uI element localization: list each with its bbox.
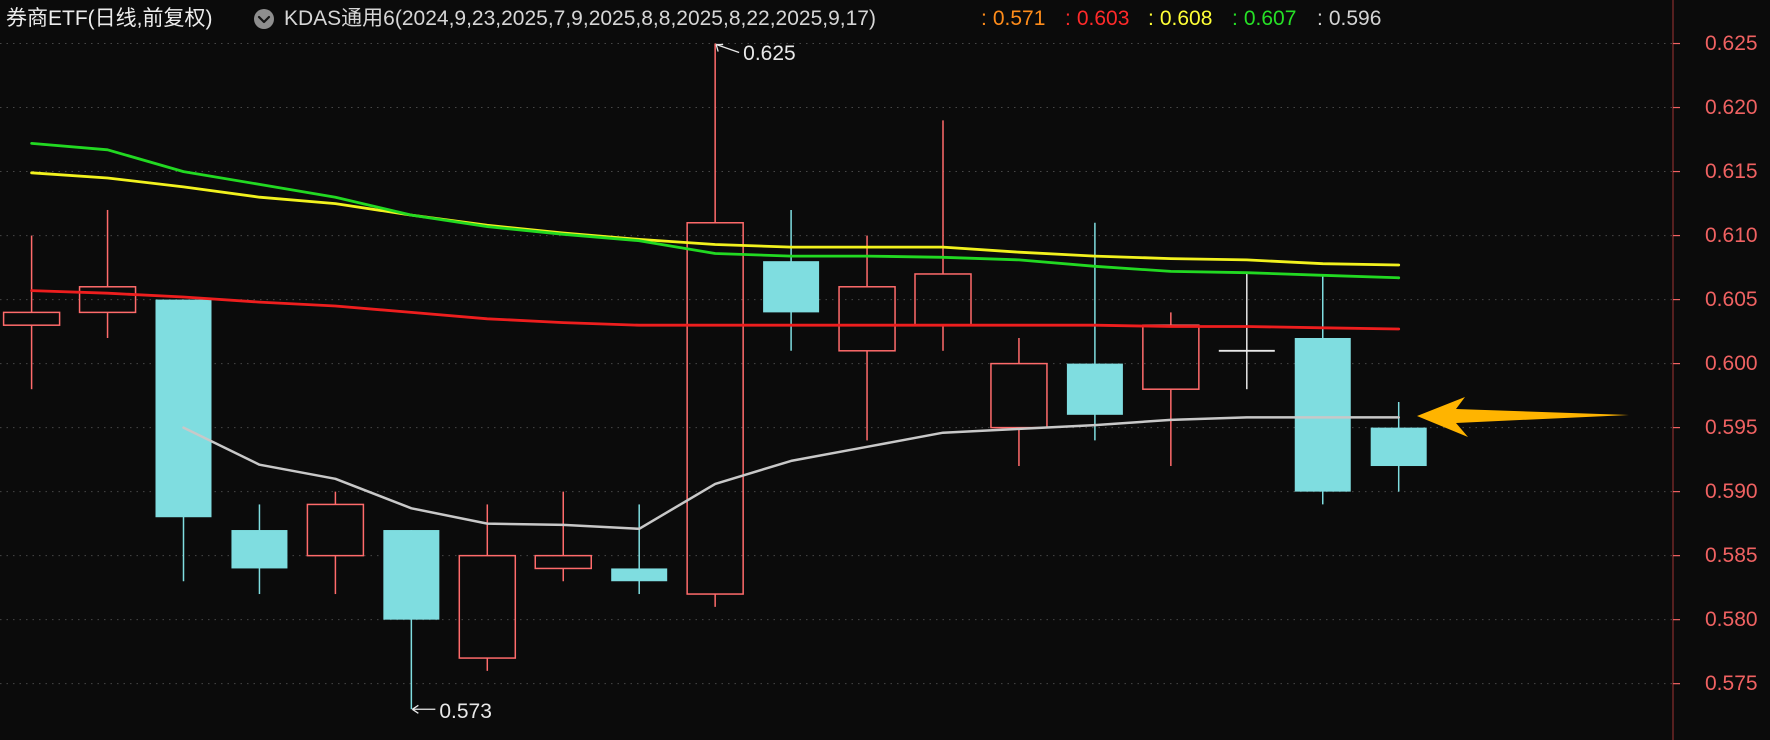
candle-17 [1218, 273, 1275, 390]
readout-value: 0.571 [992, 7, 1046, 30]
readout-separator: : [1065, 7, 1071, 30]
candle-19-body [1370, 427, 1427, 467]
readout-separator: : [981, 7, 987, 30]
readout-value: 0.607 [1243, 7, 1297, 30]
price-annotations: 0.625 0.573 [411, 42, 796, 723]
readout-separator: : [1148, 7, 1154, 30]
candle-11 [763, 209, 820, 351]
candle-14 [990, 337, 1048, 467]
price-tick-label: 0.620 [1705, 96, 1758, 119]
price-tick-label: 0.605 [1705, 288, 1758, 311]
candle-16 [1142, 312, 1200, 467]
security-title: 券商ETF(日线,前复权) [6, 7, 213, 30]
annotation-label: 0.573 [439, 700, 492, 723]
indicator-readout-3: :0.608 [1148, 6, 1212, 32]
candles [2, 43, 1427, 710]
readout-separator: : [1317, 7, 1323, 30]
candle-14-body [990, 362, 1048, 429]
candle-8-body [534, 554, 592, 570]
indicator-readout-1: :0.571 [981, 6, 1045, 32]
high-price-annotation: 0.625 [715, 42, 796, 65]
kdas-line-1 [30, 289, 1401, 331]
candle-1-body [2, 311, 61, 326]
chart-header: 券商ETF(日线,前复权) KDAS通用6(2024,9,23,2025,7,9… [0, 0, 1660, 38]
annotation-label: 0.625 [743, 42, 796, 65]
readout-separator: : [1232, 7, 1238, 30]
candle-4-body [231, 530, 288, 569]
highlight-arrow-icon [1417, 397, 1629, 437]
candlestick-chart[interactable]: 0.625 0.620 0.615 0.610 0.605 0.600 0.595 0.590… [0, 0, 1770, 740]
candle-8 [534, 491, 592, 582]
readout-value: 0.608 [1159, 7, 1213, 30]
indicator-label: KDAS通用6(2024,9,23,2025,7,9,2025,8,8,2025… [284, 7, 876, 30]
candle-6 [383, 530, 440, 710]
readout-value: 0.596 [1328, 7, 1382, 30]
candle-19 [1370, 402, 1427, 492]
price-tick-label: 0.600 [1705, 352, 1758, 375]
price-tick-label: 0.580 [1705, 608, 1758, 631]
candle-3-body [155, 299, 212, 518]
indicator-readout-2: :0.603 [1065, 6, 1129, 32]
indicator-readout-4: :0.607 [1232, 6, 1296, 32]
kdas-line-4 [182, 416, 1400, 531]
candle-7 [458, 504, 517, 671]
candle-18 [1294, 273, 1351, 505]
price-gridlines [0, 43, 1673, 685]
readout-value: 0.603 [1076, 7, 1130, 30]
chevron-down-circle-icon[interactable] [253, 8, 275, 30]
candle-16-body [1142, 324, 1200, 390]
candle-3 [155, 299, 212, 582]
candle-1 [2, 235, 61, 390]
candle-2 [78, 209, 137, 338]
candle-9-body [611, 568, 668, 582]
annotation-arrow-shaft [715, 43, 740, 54]
candle-7-body [458, 554, 517, 659]
price-axis: 0.625 0.620 0.615 0.610 0.605 0.600 0.595 0.590… [1672, 0, 1758, 740]
price-tick-label: 0.590 [1705, 480, 1758, 503]
candle-2-body [78, 286, 137, 314]
candle-15-body [1066, 363, 1123, 415]
price-tick-label: 0.595 [1705, 416, 1758, 439]
candle-10-body [686, 222, 744, 595]
low-price-annotation: 0.573 [411, 700, 492, 723]
candle-11-body [763, 261, 820, 313]
candle-12-body [838, 286, 896, 352]
candle-12 [838, 235, 896, 441]
candle-4 [231, 504, 288, 595]
indicator-readout-5: :0.596 [1317, 6, 1381, 32]
price-tick-label: 0.575 [1705, 672, 1758, 695]
price-tick-label: 0.625 [1705, 32, 1758, 55]
candle-5-body [306, 503, 365, 557]
price-tick-label: 0.610 [1705, 224, 1758, 247]
candle-18-body [1294, 337, 1351, 492]
price-tick-label: 0.585 [1705, 544, 1758, 567]
price-tick-label: 0.615 [1705, 160, 1758, 183]
candle-6-body [383, 530, 440, 620]
candle-5 [306, 491, 365, 595]
